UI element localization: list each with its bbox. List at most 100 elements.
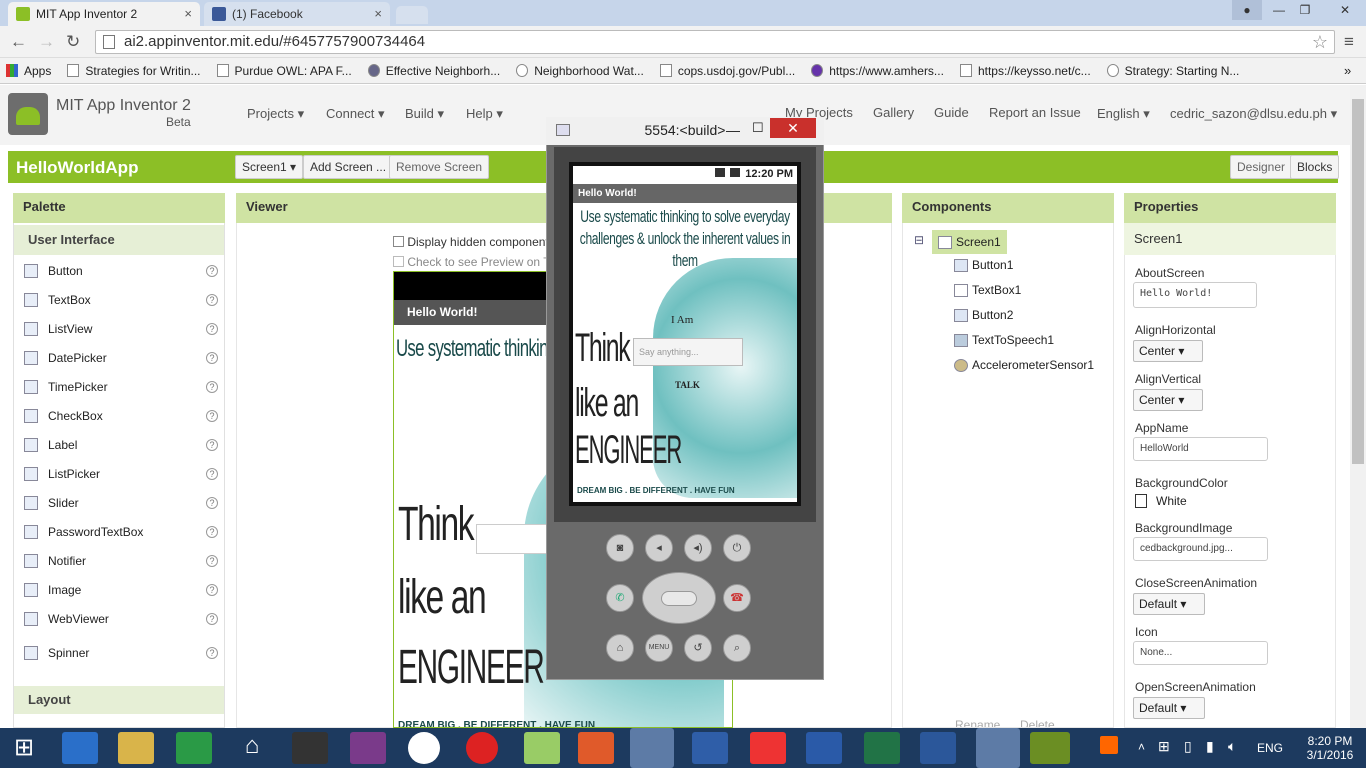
end-call-key-icon[interactable]: ☎: [723, 584, 751, 612]
puzzle-app-icon[interactable]: [350, 732, 386, 764]
clock[interactable]: 8:20 PM 3/1/2016: [1300, 734, 1360, 762]
volume-up-icon[interactable]: ◂): [684, 534, 712, 562]
scrollbar-thumb[interactable]: [1352, 99, 1364, 464]
bookmark-item[interactable]: Neighborhood Wat...: [516, 64, 644, 78]
power-key-icon[interactable]: ⏻: [723, 534, 751, 562]
emulator-taskbar-icon[interactable]: [976, 728, 1020, 768]
palette-item-datepicker[interactable]: DatePicker?: [14, 344, 224, 372]
opera-icon[interactable]: [466, 732, 498, 764]
maximize-icon[interactable]: ❐: [1290, 0, 1320, 20]
word-icon[interactable]: [920, 732, 956, 764]
help-icon[interactable]: ?: [206, 294, 218, 306]
palette-item-listview[interactable]: ListView?: [14, 315, 224, 343]
palette-item-webviewer[interactable]: WebViewer?: [14, 605, 224, 633]
notification-tray-icons[interactable]: [1100, 736, 1128, 762]
app-name-field[interactable]: HelloWorld: [1133, 437, 1268, 461]
help-icon[interactable]: ?: [206, 526, 218, 538]
emulator-minimize-icon[interactable]: —: [726, 117, 740, 143]
menu-key[interactable]: MENU: [645, 634, 673, 662]
open-animation-select[interactable]: Default ▾: [1133, 697, 1206, 719]
checkbox-box[interactable]: [393, 256, 404, 267]
link-gallery[interactable]: Gallery: [873, 105, 914, 120]
help-icon[interactable]: ?: [206, 468, 218, 480]
notepad-icon[interactable]: [524, 732, 560, 764]
palette-item-passwordtextbox[interactable]: PasswordTextBox?: [14, 518, 224, 546]
url-input[interactable]: ai2.appinventor.mit.edu/#645775790073446…: [95, 30, 1335, 54]
link-report-issue[interactable]: Report an Issue: [989, 105, 1081, 120]
app-inventor-logo-icon[interactable]: [8, 93, 48, 135]
bookmark-apps[interactable]: Apps: [6, 64, 51, 78]
about-screen-field[interactable]: Hello World!: [1133, 282, 1257, 308]
align-horizontal-select[interactable]: Center ▾: [1133, 340, 1204, 362]
menu-account[interactable]: cedric_sazon@dlsu.edu.ph ▾: [1170, 106, 1337, 122]
battery-tray-icon[interactable]: ▯: [1184, 738, 1192, 755]
component-accelerometer1[interactable]: AccelerometerSensor1: [954, 358, 1094, 372]
visio-icon[interactable]: [806, 732, 842, 764]
background-image-field[interactable]: cedbackground.jpg...: [1133, 537, 1268, 561]
network-tray-icon[interactable]: ▮: [1206, 738, 1214, 755]
palette-item-spinner[interactable]: Spinner?: [14, 639, 224, 667]
volume-tray-icon[interactable]: 🔈︎: [1228, 738, 1236, 755]
file-explorer-icon[interactable]: [118, 732, 154, 764]
dev-cpp-icon[interactable]: [692, 732, 728, 764]
language-indicator[interactable]: ENG: [1257, 741, 1283, 755]
back-key-icon[interactable]: ↺: [684, 634, 712, 662]
user-icon[interactable]: ●: [1232, 0, 1262, 20]
menu-language[interactable]: English ▾: [1097, 106, 1150, 122]
volume-down-icon[interactable]: ◂: [645, 534, 673, 562]
emulator-title-bar[interactable]: 5554:<build> — ☐ ✕: [546, 117, 824, 145]
component-screen1[interactable]: Screen1: [932, 230, 1007, 254]
camera-key-icon[interactable]: ◙: [606, 534, 634, 562]
palette-item-notifier[interactable]: Notifier?: [14, 547, 224, 575]
page-scrollbar[interactable]: [1350, 85, 1366, 728]
palette-item-textbox[interactable]: TextBox?: [14, 286, 224, 314]
close-tab-icon[interactable]: ×: [184, 6, 192, 21]
menu-projects[interactable]: Projects ▾: [247, 106, 304, 122]
start-button-icon[interactable]: ⊞: [6, 732, 42, 764]
component-textbox1[interactable]: TextBox1: [954, 283, 1021, 297]
background-color-value[interactable]: White: [1156, 494, 1187, 508]
emulator-screen[interactable]: 12:20 PM Hello World! Use systematic thi…: [569, 162, 801, 506]
help-icon[interactable]: ?: [206, 555, 218, 567]
help-icon[interactable]: ?: [206, 381, 218, 393]
media-app-icon[interactable]: [292, 732, 328, 764]
bookmark-item[interactable]: Purdue OWL: APA F...: [216, 64, 352, 78]
palette-item-slider[interactable]: Slider?: [14, 489, 224, 517]
talk-button[interactable]: TALK: [675, 380, 700, 390]
bookmark-item[interactable]: Strategy: Starting N...: [1106, 64, 1239, 78]
help-icon[interactable]: ?: [206, 584, 218, 596]
windows-app-icon[interactable]: [750, 732, 786, 764]
chrome-icon[interactable]: [630, 728, 674, 768]
i-am-button[interactable]: I Am: [671, 314, 693, 326]
component-texttospeech1[interactable]: TextToSpeech1: [954, 333, 1054, 347]
alert-icon[interactable]: [1100, 736, 1118, 754]
menu-build[interactable]: Build ▾: [405, 106, 444, 122]
palette-item-checkbox[interactable]: CheckBox?: [14, 402, 224, 430]
chrome-menu-icon[interactable]: ≡: [1344, 32, 1354, 52]
close-animation-select[interactable]: Default ▾: [1133, 593, 1206, 615]
link-guide[interactable]: Guide: [934, 105, 969, 120]
hp-icon[interactable]: [408, 732, 440, 764]
menu-help[interactable]: Help ▾: [466, 106, 503, 122]
say-anything-input[interactable]: Say anything...: [633, 338, 743, 366]
icon-field[interactable]: None...: [1133, 641, 1268, 665]
star-icon[interactable]: ☆: [1312, 31, 1328, 53]
palette-item-button[interactable]: Button?: [14, 257, 224, 285]
designer-button[interactable]: Designer: [1230, 155, 1293, 179]
align-vertical-select[interactable]: Center ▾: [1133, 389, 1204, 411]
help-icon[interactable]: ?: [206, 647, 218, 659]
internet-explorer-icon[interactable]: [62, 732, 98, 764]
bookmark-item[interactable]: Effective Neighborh...: [367, 64, 500, 78]
color-swatch[interactable]: [1135, 494, 1147, 508]
dpad[interactable]: [642, 572, 716, 624]
bookmark-item[interactable]: https://keysso.net/c...: [959, 64, 1091, 78]
home-icon[interactable]: ⌂: [234, 732, 270, 764]
bookmark-item[interactable]: cops.usdoj.gov/Publ...: [659, 64, 795, 78]
home-key-icon[interactable]: ⌂: [606, 634, 634, 662]
palette-item-listpicker[interactable]: ListPicker?: [14, 460, 224, 488]
help-icon[interactable]: ?: [206, 265, 218, 277]
forward-icon[interactable]: →: [38, 32, 55, 52]
tray-up-icon[interactable]: ˄: [1138, 740, 1145, 754]
reload-icon[interactable]: ↻: [66, 32, 80, 52]
search-key-icon[interactable]: ⌕: [723, 634, 751, 662]
